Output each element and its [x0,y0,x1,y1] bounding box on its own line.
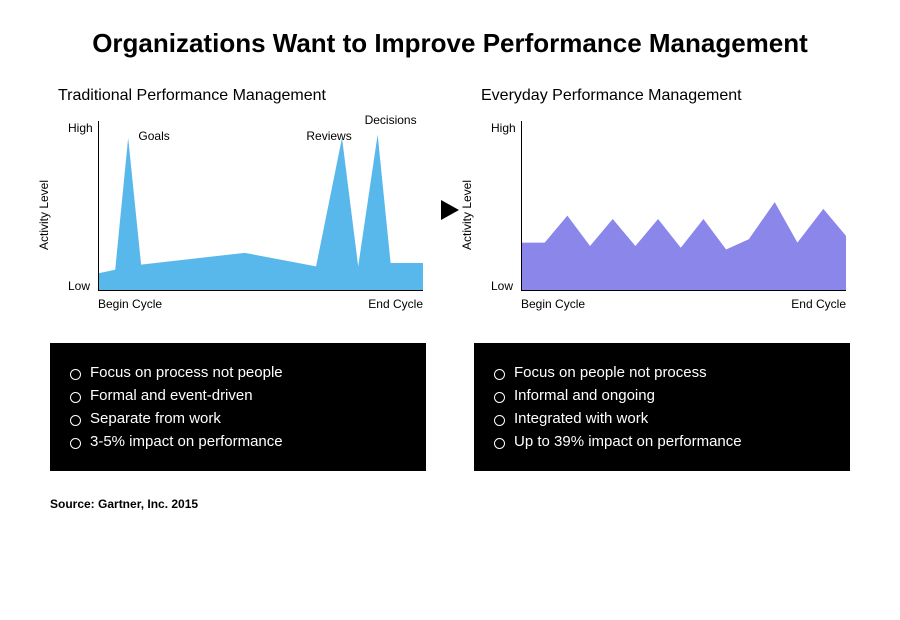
chart-left-plot: Goals Reviews Decisions [98,121,423,291]
chart-left-subtitle: Traditional Performance Management [58,87,427,105]
bullet-card-left: Focus on process not people Formal and e… [50,343,426,471]
chart-right-ytick-high: High [491,121,516,135]
bullets-row: Focus on process not people Formal and e… [50,343,850,471]
chart-right: Everyday Performance Management Activity… [473,87,850,315]
chart-right-area-icon [522,121,846,290]
chart-right-frame: Activity Level High Low Begin Cycle End … [473,115,850,315]
chart-right-xtick-end: End Cycle [791,297,846,311]
list-item: 3-5% impact on performance [70,430,406,453]
bullet-card-right: Focus on people not process Informal and… [474,343,850,471]
chart-left-xtick-begin: Begin Cycle [98,297,162,311]
chart-left-frame: Activity Level High Low Goals Reviews De… [50,115,427,315]
chart-right-xtick-begin: Begin Cycle [521,297,585,311]
list-item: Focus on process not people [70,361,406,384]
chart-left-ytick-low: Low [68,279,90,293]
arrow-icon [439,198,461,222]
chart-left-area-icon [99,121,423,290]
chart-right-plot [521,121,846,291]
list-item: Up to 39% impact on performance [494,430,830,453]
peak-decisions-label: Decisions [365,113,417,127]
chart-left-ylabel: Activity Level [37,180,51,250]
page-title: Organizations Want to Improve Performanc… [50,28,850,59]
peak-reviews-label: Reviews [306,129,351,143]
chart-right-subtitle: Everyday Performance Management [481,87,850,105]
list-item: Informal and ongoing [494,384,830,407]
chart-right-ylabel: Activity Level [460,180,474,250]
list-item: Separate from work [70,407,406,430]
chart-left-xtick-end: End Cycle [368,297,423,311]
chart-right-ytick-low: Low [491,279,513,293]
chart-left: Traditional Performance Management Activ… [50,87,427,315]
list-item: Integrated with work [494,407,830,430]
charts-row: Traditional Performance Management Activ… [50,87,850,315]
source-text: Source: Gartner, Inc. 2015 [50,497,850,511]
list-item: Formal and event-driven [70,384,406,407]
peak-goals-label: Goals [138,129,169,143]
list-item: Focus on people not process [494,361,830,384]
chart-left-ytick-high: High [68,121,93,135]
